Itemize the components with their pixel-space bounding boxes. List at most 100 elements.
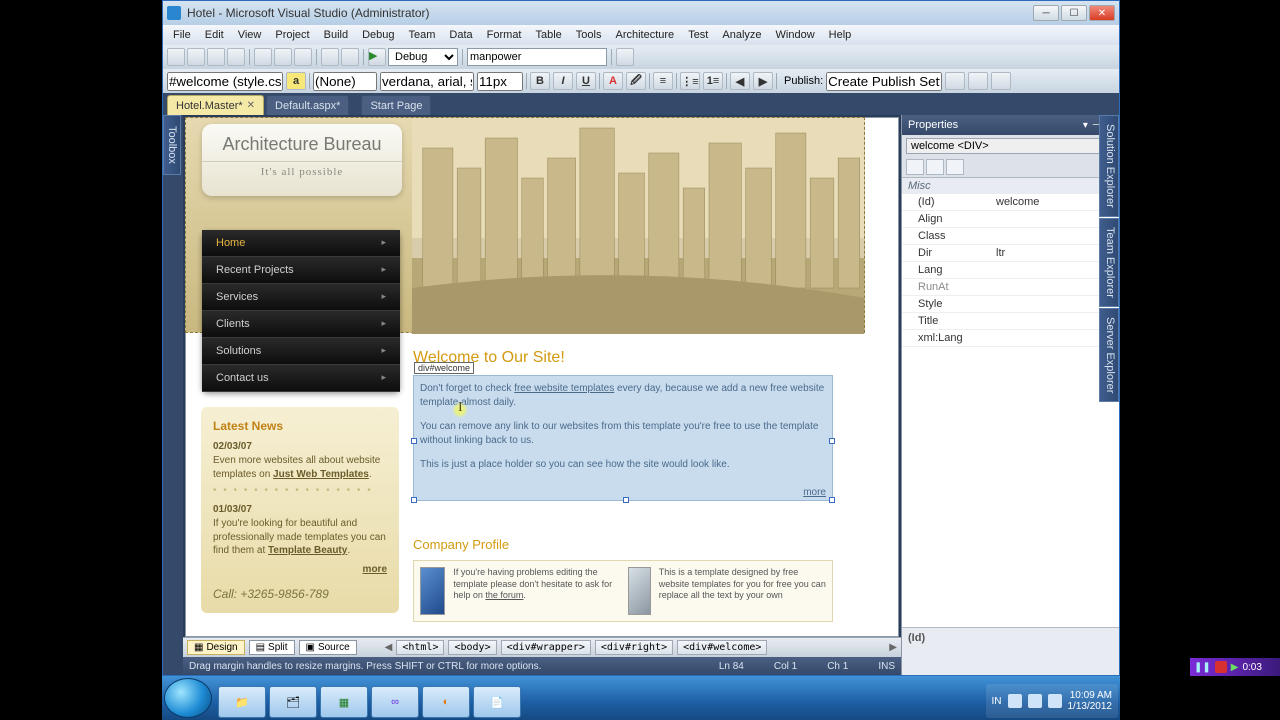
solution-explorer-tab[interactable]: Solution Explorer (1099, 115, 1119, 217)
paste-button[interactable] (294, 48, 312, 66)
bold-button[interactable]: B (530, 72, 550, 90)
new-button[interactable] (167, 48, 185, 66)
menubar[interactable]: File Edit View Project Build Debug Team … (163, 25, 1119, 45)
menu-test[interactable]: Test (682, 27, 714, 43)
font-family-combo[interactable] (380, 72, 474, 91)
prop-align-key[interactable]: Align (902, 211, 992, 227)
numbers-button[interactable]: 1≡ (703, 72, 723, 90)
resize-handle[interactable] (623, 497, 629, 503)
dropdown-icon[interactable]: ▾ (1083, 120, 1088, 131)
save-all-button[interactable] (227, 48, 245, 66)
source-view-button[interactable]: ▣ Source (299, 640, 357, 655)
nav-solutions[interactable]: Solutions (202, 338, 400, 365)
element-tag[interactable]: div#welcome (414, 362, 474, 374)
tab-default-aspx[interactable]: Default.aspx* (266, 95, 349, 115)
cut-button[interactable] (254, 48, 272, 66)
record-icon[interactable] (1215, 661, 1227, 673)
resize-handle[interactable] (411, 497, 417, 503)
misc-button[interactable] (616, 48, 634, 66)
split-view-button[interactable]: ▤ Split (249, 640, 295, 655)
tab-start-page[interactable]: Start Page (361, 95, 431, 115)
prop-class-key[interactable]: Class (902, 228, 992, 244)
categorized-button[interactable] (906, 159, 924, 175)
task-excel[interactable]: ▦ (320, 686, 368, 718)
crumb-body[interactable]: <body> (448, 640, 496, 655)
menu-view[interactable]: View (232, 27, 268, 43)
welcome-more-link[interactable]: more (803, 487, 826, 498)
prop-xmllang-key[interactable]: xml:Lang (902, 330, 992, 346)
nav-contact[interactable]: Contact us (202, 365, 400, 392)
menu-window[interactable]: Window (770, 27, 821, 43)
maximize-button[interactable]: ☐ (1061, 5, 1087, 21)
crumb-html[interactable]: <html> (396, 640, 444, 655)
server-explorer-tab[interactable]: Server Explorer (1099, 308, 1119, 402)
task-explorer[interactable]: 📁 (218, 686, 266, 718)
close-icon[interactable]: ✕ (247, 100, 255, 111)
menu-edit[interactable]: Edit (199, 27, 230, 43)
menu-analyze[interactable]: Analyze (716, 27, 767, 43)
crumb-right[interactable]: <div#right> (595, 640, 673, 655)
highlight-button[interactable]: 🖉 (626, 72, 646, 90)
copy-button[interactable] (274, 48, 292, 66)
indent-button[interactable]: ▶ (753, 72, 773, 90)
forum-link[interactable]: the forum (485, 590, 523, 600)
menu-build[interactable]: Build (318, 27, 354, 43)
font-color-button[interactable]: A (603, 72, 623, 90)
resize-handle[interactable] (829, 497, 835, 503)
tab-hotel-master[interactable]: Hotel.Master*✕ (167, 95, 264, 115)
tray-lang[interactable]: IN (992, 696, 1002, 707)
menu-format[interactable]: Format (481, 27, 528, 43)
apply-style-button[interactable]: a (286, 72, 306, 90)
nav-recent[interactable]: Recent Projects (202, 257, 400, 284)
find-combo[interactable] (467, 48, 607, 66)
outdent-button[interactable]: ◀ (730, 72, 750, 90)
prop-title-key[interactable]: Title (902, 313, 992, 329)
task-vs[interactable]: ∞ (371, 686, 419, 718)
task-folder[interactable]: 🗂 (269, 686, 317, 718)
nav-home[interactable]: Home (202, 230, 400, 257)
designer-surface[interactable]: Architecture Bureau It's all possible (183, 115, 901, 675)
system-tray[interactable]: IN 10:09 AM1/13/2012 (986, 684, 1119, 718)
close-button[interactable]: ✕ (1089, 5, 1115, 21)
publish-button-1[interactable] (945, 72, 965, 90)
welcome-div-selected[interactable]: div#welcome Don't forget to check free w… (413, 375, 833, 501)
properties-grid[interactable]: Misc (Id)welcome Align Class Dirltr Lang… (902, 178, 1119, 627)
prop-style-key[interactable]: Style (902, 296, 992, 312)
menu-table[interactable]: Table (530, 27, 568, 43)
align-button[interactable]: ≡ (653, 72, 673, 90)
start-debug-button[interactable]: ▶ (368, 48, 386, 66)
tray-clock[interactable]: 10:09 AM1/13/2012 (1068, 690, 1113, 712)
save-button[interactable] (207, 48, 225, 66)
prop-id-key[interactable]: (Id) (902, 194, 992, 210)
style-rule-combo[interactable] (313, 72, 377, 91)
nav-clients[interactable]: Clients (202, 311, 400, 338)
toolbox-tab[interactable]: Toolbox (163, 115, 181, 175)
redo-button[interactable] (341, 48, 359, 66)
team-explorer-tab[interactable]: Team Explorer (1099, 218, 1119, 307)
prop-lang-key[interactable]: Lang (902, 262, 992, 278)
undo-button[interactable] (321, 48, 339, 66)
resize-handle[interactable] (829, 438, 835, 444)
tray-network-icon[interactable] (1028, 694, 1042, 708)
nav-services[interactable]: Services (202, 284, 400, 311)
menu-data[interactable]: Data (443, 27, 478, 43)
task-firefox[interactable]: ◐ (422, 686, 470, 718)
menu-project[interactable]: Project (269, 27, 315, 43)
menu-tools[interactable]: Tools (570, 27, 608, 43)
bullets-button[interactable]: ⋮≡ (680, 72, 700, 90)
windows-taskbar[interactable]: 📁 🗂 ▦ ∞ ◐ 📄 IN 10:09 AM1/13/2012 (162, 676, 1120, 720)
titlebar[interactable]: Hotel - Microsoft Visual Studio (Adminis… (163, 1, 1119, 25)
news-link-1[interactable]: Template Beauty (268, 545, 347, 556)
publish-button-2[interactable] (968, 72, 988, 90)
news-link-0[interactable]: Just Web Templates (273, 469, 369, 480)
minimize-button[interactable]: ─ (1033, 5, 1059, 21)
category-misc[interactable]: Misc (908, 180, 931, 192)
welcome-link[interactable]: free website templates (514, 383, 614, 394)
menu-help[interactable]: Help (823, 27, 858, 43)
tray-volume-icon[interactable] (1048, 694, 1062, 708)
alphabetical-button[interactable] (926, 159, 944, 175)
prop-dir-key[interactable]: Dir (902, 245, 992, 261)
start-button[interactable] (164, 678, 212, 718)
menu-debug[interactable]: Debug (356, 27, 400, 43)
element-selector[interactable]: welcome <DIV> (906, 138, 1115, 154)
